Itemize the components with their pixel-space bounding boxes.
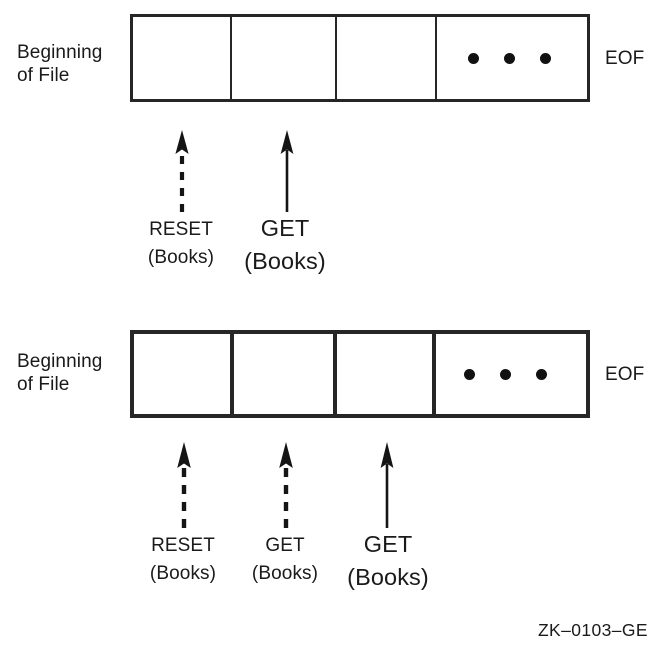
figure-code-label: ZK–0103–GE [537,620,648,640]
bof-line-2: of File [17,65,70,87]
top-beginning-of-file-label: Beginning of File [17,41,129,87]
bottom-beginning-of-file-label: Beginning of File [17,350,129,396]
top-pointer-arrow-reset [175,130,189,212]
dot-3 [535,368,547,380]
top-record-cell-3 [335,17,435,99]
ellipsis-dots-icon [436,334,574,414]
bottom-operation-label-get-2: GET (Books) [327,528,449,595]
bof-line-1: Beginning [17,351,103,372]
operation-name: GET [363,531,413,557]
bottom-pointer-arrow-get-2 [380,442,394,528]
operation-name: GET [260,215,310,241]
top-record-cell-ellipsis [435,17,581,99]
bottom-eof-label: EOF [605,364,645,385]
bof-line-1: Beginning [17,42,103,63]
bottom-pointer-arrow-get-1 [279,442,293,528]
bottom-record-cell-1 [134,334,230,414]
bottom-record-cell-3 [333,334,432,414]
bof-line-2: of File [17,374,70,396]
dot-2 [503,52,515,64]
dot-1 [467,52,479,64]
top-file-strip [130,14,590,102]
bottom-file-strip [130,330,590,418]
top-pointer-arrow-get [280,130,294,212]
dot-3 [539,52,551,64]
top-record-cell-2 [230,17,335,99]
bottom-record-cell-2 [230,334,333,414]
bottom-record-cell-ellipsis [432,334,574,414]
ellipsis-dots-icon [437,17,581,99]
operation-argument: (Books) [347,564,429,591]
top-operation-label-get: GET (Books) [224,212,346,279]
top-record-cell-1 [133,17,230,99]
figure-canvas: Beginning of File EOF RESET (Books) GET … [0,0,664,649]
dot-2 [499,368,511,380]
top-eof-label: EOF [605,48,645,69]
operation-argument: (Books) [244,248,326,275]
bottom-pointer-arrow-reset [177,442,191,528]
dot-1 [463,368,475,380]
